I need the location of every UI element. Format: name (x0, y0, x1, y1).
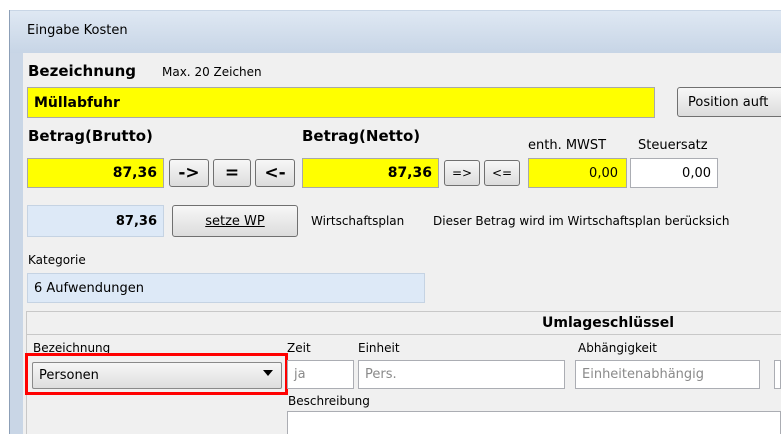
brutto-to-netto-button[interactable]: -> (169, 159, 209, 187)
col-zeit-label: Zeit (287, 341, 311, 355)
beschreibung-label: Beschreibung (288, 394, 370, 408)
netto-right-button[interactable]: => (444, 160, 480, 186)
umlage-top-divider (26, 311, 781, 312)
col-abhaengigkeit-label: Abhängigkeit (578, 341, 657, 355)
background-strip (0, 0, 781, 10)
betrag-brutto-label: Betrag(Brutto) (28, 127, 153, 145)
window-title: Eingabe Kosten (27, 23, 128, 38)
brutto-input[interactable]: 87,36 (27, 158, 164, 188)
wirtschaftsplan-value: 87,36 (27, 205, 164, 237)
netto-left-button[interactable]: <= (484, 160, 520, 186)
beschreibung-field[interactable] (287, 411, 781, 434)
umlage-select[interactable]: Personen (32, 362, 282, 389)
bezeichnung-hint: Max. 20 Zeichen (162, 65, 262, 79)
umlage-header-divider (26, 334, 781, 335)
kategorie-label: Kategorie (28, 253, 86, 267)
wirtschaftsplan-note: Dieser Betrag wird im Wirtschaftsplan be… (433, 214, 730, 228)
col-einheit-label: Einheit (358, 341, 400, 355)
umlage-select-value: Personen (39, 368, 99, 383)
wirtschaftsplan-label: Wirtschaftsplan (311, 214, 405, 228)
chevron-down-icon (263, 370, 273, 376)
steuersatz-field[interactable]: 0,00 (630, 158, 718, 188)
steuersatz-label: Steuersatz (638, 138, 708, 153)
netto-to-brutto-button[interactable]: <- (255, 159, 295, 187)
setze-wp-button[interactable]: setze WP (172, 205, 298, 237)
cut-off-field[interactable] (774, 360, 781, 389)
mwst-label: enth. MWST (528, 138, 607, 153)
position-button[interactable]: Position auft (677, 87, 781, 117)
betrag-netto-label: Betrag(Netto) (302, 127, 421, 145)
zeit-field[interactable]: ja (287, 360, 354, 389)
mwst-field: 0,00 (528, 158, 627, 188)
abhaengigkeit-field[interactable]: Einheitenabhängig (575, 360, 760, 389)
kategorie-field[interactable]: 6 Aufwendungen (27, 273, 425, 303)
einheit-field[interactable]: Pers. (358, 360, 565, 389)
bezeichnung-input[interactable]: Müllabfuhr (27, 87, 655, 118)
netto-input[interactable]: 87,36 (302, 158, 439, 188)
equal-button[interactable]: = (213, 159, 251, 187)
bezeichnung-label: Bezeichnung (28, 62, 136, 80)
umlage-header: Umlageschlüssel (542, 315, 675, 331)
